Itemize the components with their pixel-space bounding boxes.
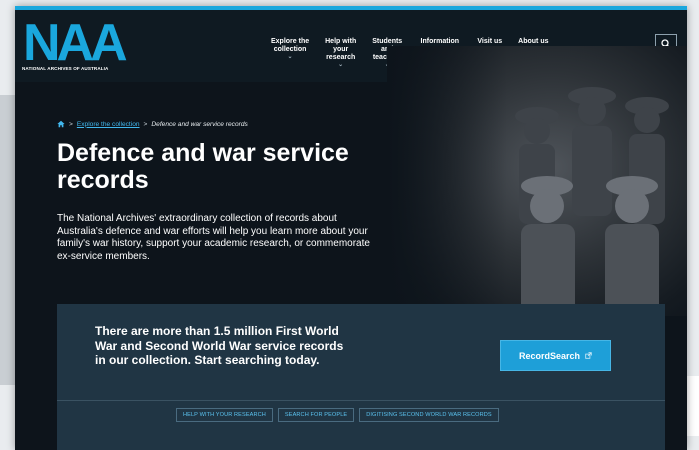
nav-help-research[interactable]: Help with your research ⌄: [317, 30, 364, 77]
quick-links: HELP WITH YOUR RESEARCH SEARCH FOR PEOPL…: [176, 408, 499, 422]
svg-text:NAA: NAA: [23, 16, 127, 64]
callout-text: There are more than 1.5 million First Wo…: [95, 324, 344, 367]
home-icon[interactable]: [57, 120, 65, 128]
hero-photo: [387, 46, 687, 316]
chevron-down-icon: ⌄: [287, 54, 293, 60]
recordsearch-button[interactable]: RecordSearch: [500, 340, 611, 371]
nav-label: Explore the collection: [271, 38, 310, 53]
recordsearch-label: RecordSearch: [518, 350, 581, 361]
intro-paragraph: The National Archives' extraordinary col…: [57, 213, 370, 262]
link-help-research[interactable]: HELP WITH YOUR RESEARCH: [176, 408, 273, 422]
nav-label: Help with your research: [325, 38, 357, 61]
nav-label: About us: [518, 38, 549, 45]
link-digitising-ww2[interactable]: DIGITISING SECOND WORLD WAR RECORDS: [359, 408, 499, 422]
logo-subtitle: NATIONAL ARCHIVES OF AUSTRALIA: [22, 66, 109, 71]
chevron-down-icon: ⌄: [338, 62, 344, 68]
callout-divider: [57, 400, 665, 401]
breadcrumb-separator: >: [69, 120, 73, 128]
breadcrumb-link-explore[interactable]: Explore the collection: [77, 121, 140, 128]
breadcrumb: > Explore the collection > Defence and w…: [57, 120, 248, 128]
group-photo-silhouettes: [515, 87, 669, 316]
link-search-people[interactable]: SEARCH FOR PEOPLE: [277, 408, 355, 422]
nav-label: Visit us: [477, 38, 503, 45]
external-link-icon: [585, 352, 592, 359]
page-title: Defence and war service records: [57, 139, 349, 194]
breadcrumb-current: Defence and war service records: [151, 120, 248, 128]
website-frame: NAA NATIONAL ARCHIVES OF AUSTRALIA Explo…: [15, 6, 687, 450]
naa-logo[interactable]: NAA: [23, 14, 133, 72]
nav-explore-collection[interactable]: Explore the collection ⌄: [263, 30, 317, 77]
records-callout: There are more than 1.5 million First Wo…: [57, 304, 665, 450]
breadcrumb-separator: >: [143, 120, 148, 128]
